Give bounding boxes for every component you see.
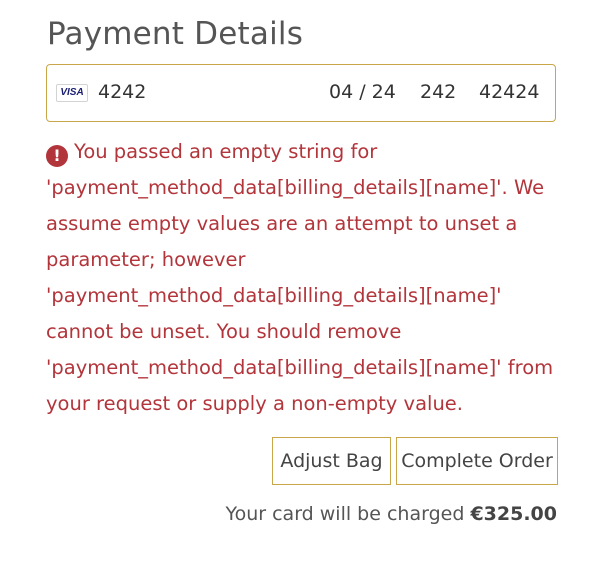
error-message: ! You passed an empty string for 'payment… — [46, 134, 558, 422]
page-title: Payment Details — [47, 16, 304, 52]
charge-amount: €325.00 — [470, 503, 557, 525]
charge-summary: Your card will be charged €325.00 — [226, 503, 558, 525]
exclamation-circle-icon: ! — [46, 145, 68, 167]
charge-label: Your card will be charged — [225, 503, 465, 525]
card-input-field[interactable]: VISA 4242 04 / 24 242 42424 — [46, 64, 556, 122]
adjust-bag-button[interactable]: Adjust Bag — [272, 437, 391, 485]
card-expiry-input[interactable]: 04 / 24 — [329, 81, 396, 103]
complete-order-button[interactable]: Complete Order — [396, 437, 558, 485]
card-postal-input[interactable]: 42424 — [479, 81, 539, 103]
card-number-input[interactable]: 4242 — [98, 81, 146, 103]
visa-card-icon: VISA — [56, 84, 88, 102]
error-text: You passed an empty string for 'payment_… — [46, 140, 554, 415]
card-cvc-input[interactable]: 242 — [420, 81, 456, 103]
